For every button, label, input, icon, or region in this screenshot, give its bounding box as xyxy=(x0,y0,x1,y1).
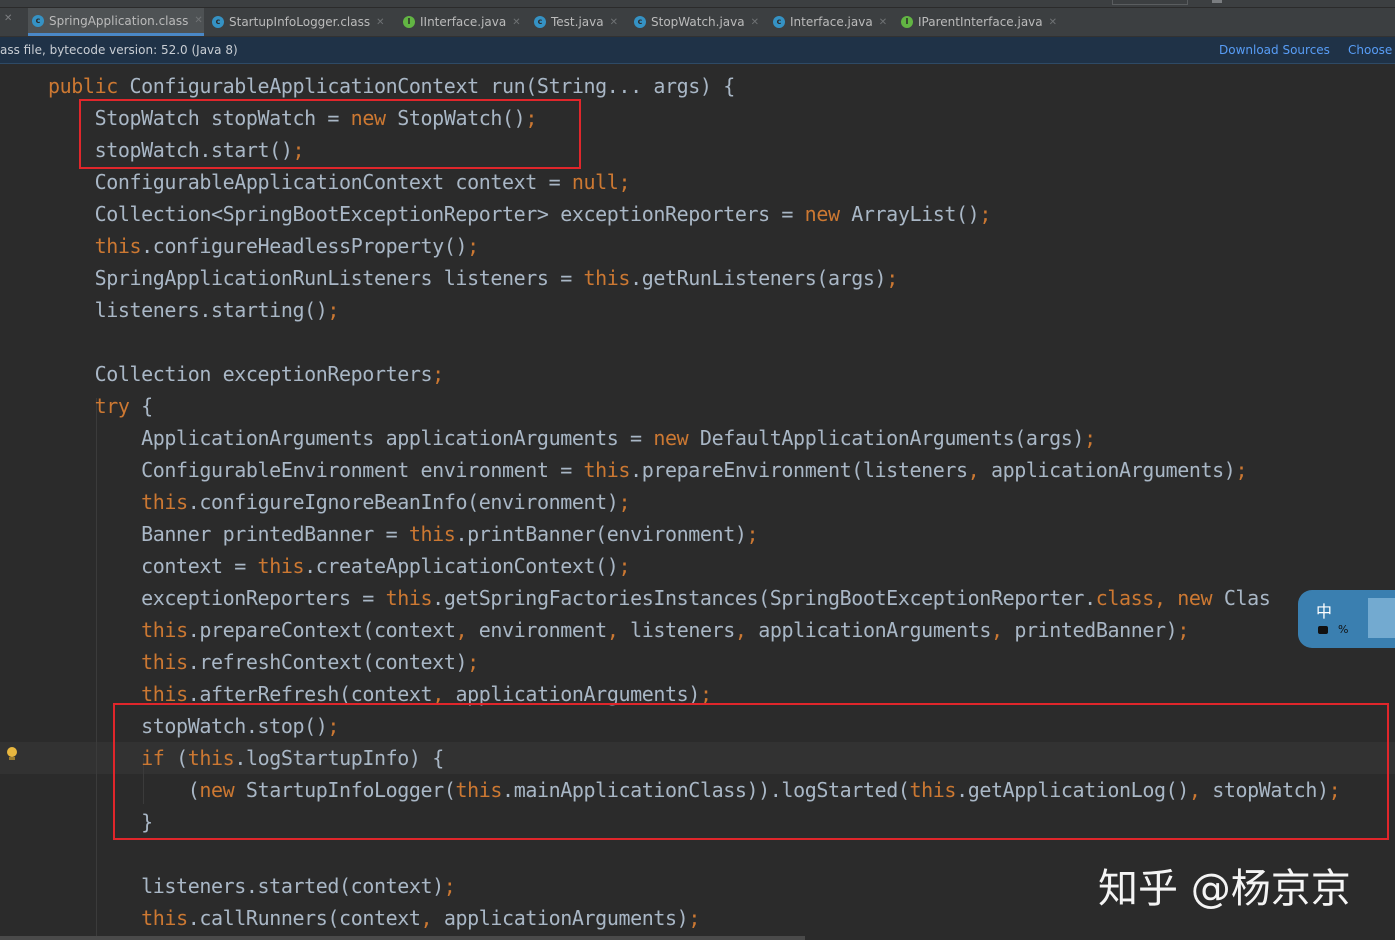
close-tab-icon[interactable]: ✕ xyxy=(512,17,520,28)
code-line: Collection<SpringBootExceptionReporter> … xyxy=(48,202,992,226)
banner-message: ass file, bytecode version: 52.0 (Java 8… xyxy=(0,43,238,57)
lightbulb-icon[interactable] xyxy=(7,747,17,761)
highlight-box-stopwatch-start xyxy=(79,99,581,169)
class-file-icon: c xyxy=(534,16,546,28)
code-line: public ConfigurableApplicationContext ru… xyxy=(48,74,735,98)
horizontal-scrollbar[interactable] xyxy=(0,936,805,940)
code-line: this.configureHeadlessProperty(); xyxy=(94,234,480,258)
code-line: this.prepareContext(context, environment… xyxy=(141,618,1189,642)
close-tab-icon[interactable]: ✕ xyxy=(194,15,202,26)
code-editor[interactable]: public ConfigurableApplicationContext ru… xyxy=(0,64,1395,940)
editor-tab-bar: ✕ c SpringApplication.class ✕ c StartupI… xyxy=(0,0,1395,37)
close-tab-icon[interactable]: ✕ xyxy=(751,17,759,28)
class-file-icon: c xyxy=(634,16,646,28)
close-tab-icon[interactable]: ✕ xyxy=(1049,17,1057,28)
toolbar-widget[interactable] xyxy=(1112,0,1188,5)
watermark: 知乎 @杨京京 xyxy=(1098,866,1351,912)
code-line: this.configureIgnoreBeanInfo(environment… xyxy=(141,490,631,514)
close-icon[interactable]: ✕ xyxy=(4,13,12,24)
class-file-icon: c xyxy=(32,14,44,27)
class-file-icon: c xyxy=(212,16,224,28)
tab-test-java[interactable]: c Test.java ✕ xyxy=(534,8,618,36)
code-line: ConfigurableEnvironment environment = th… xyxy=(48,458,1248,482)
code-line: SpringApplicationRunListeners listeners … xyxy=(48,266,899,290)
close-tab-icon[interactable]: ✕ xyxy=(610,17,618,28)
tab-interface-java[interactable]: c Interface.java ✕ xyxy=(773,8,887,36)
tab-label: Interface.java xyxy=(790,15,873,29)
code-line: Banner printedBanner = this.printBanner(… xyxy=(48,522,759,546)
tab-label: StartupInfoLogger.class xyxy=(229,15,371,29)
ime-toolbar[interactable]: 中 % xyxy=(1298,590,1395,648)
choose-sources-link[interactable]: Choose xyxy=(1348,37,1392,63)
tab-stopwatch-java[interactable]: c StopWatch.java ✕ xyxy=(634,8,759,36)
tab-label: StopWatch.java xyxy=(651,15,745,29)
ime-mode-label: 中 xyxy=(1316,602,1333,621)
sparkle-icon xyxy=(1368,598,1395,638)
tab-label: Test.java xyxy=(551,15,604,29)
title-strip xyxy=(0,0,1395,8)
code-line: exceptionReporters = this.getSpringFacto… xyxy=(48,586,1271,610)
tab-label: SpringApplication.class xyxy=(49,13,189,28)
code-line: this.callRunners(context, applicationArg… xyxy=(141,906,700,930)
tab-iparentinterface-java[interactable]: I IParentInterface.java ✕ xyxy=(901,8,1057,36)
code-line: try { xyxy=(94,394,154,418)
code-line: listeners.started(context); xyxy=(48,874,456,898)
code-line: Collection exceptionReporters; xyxy=(48,362,445,386)
highlight-box-stopwatch-stop xyxy=(113,703,1389,840)
ime-extra-label: % xyxy=(1338,623,1349,636)
toolbar-indicator xyxy=(1212,0,1222,3)
interface-file-icon: I xyxy=(901,16,913,28)
close-tab-icon[interactable]: ✕ xyxy=(376,17,384,28)
code-line: this.refreshContext(context); xyxy=(141,650,479,674)
tab-iinterface-java[interactable]: I IInterface.java ✕ xyxy=(403,8,521,36)
tab-startupinfologger-class[interactable]: c StartupInfoLogger.class ✕ xyxy=(212,8,385,36)
interface-file-icon: I xyxy=(403,16,415,28)
skin-icon xyxy=(1318,626,1328,634)
download-sources-link[interactable]: Download Sources xyxy=(1219,37,1330,63)
tab-label: IInterface.java xyxy=(420,15,507,29)
class-file-icon: c xyxy=(773,16,785,28)
tab-label: IParentInterface.java xyxy=(918,15,1043,29)
close-tab-icon[interactable]: ✕ xyxy=(879,17,887,28)
decompiled-class-banner: ass file, bytecode version: 52.0 (Java 8… xyxy=(0,37,1395,64)
tab-springapplication-class[interactable]: c SpringApplication.class ✕ xyxy=(28,8,204,36)
code-line: context = this.createApplicationContext(… xyxy=(48,554,631,578)
code-line: ApplicationArguments applicationArgument… xyxy=(48,426,1096,450)
code-line: listeners.starting(); xyxy=(48,298,340,322)
code-line: ConfigurableApplicationContext context =… xyxy=(48,170,631,194)
